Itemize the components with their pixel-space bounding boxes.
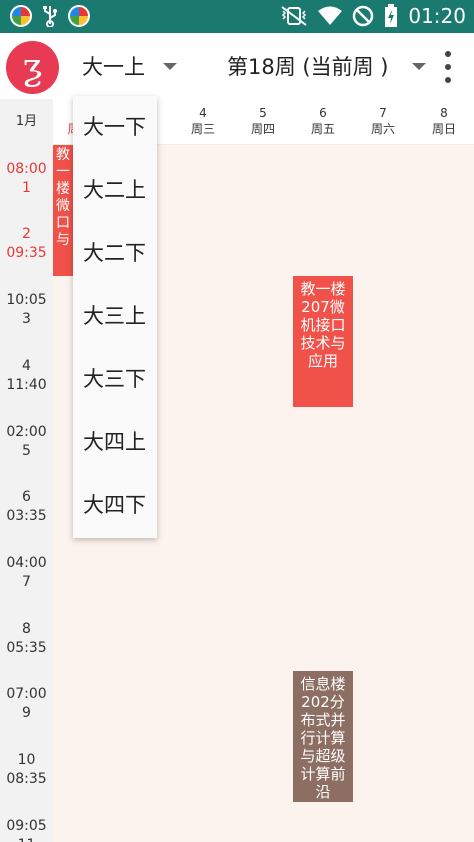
course-card[interactable]: 信息楼202分布式并行计算与超级计算前沿 [293, 671, 353, 802]
day-date: 8 [440, 106, 448, 120]
course-card[interactable]: 教一楼微口与 [53, 145, 73, 276]
day-weekday: 周三 [190, 122, 215, 136]
day-date: 6 [319, 106, 327, 120]
do-not-disturb-icon [353, 5, 374, 27]
week-spinner[interactable]: 第18周 (当前周 ) [227, 49, 427, 83]
more-vert-icon[interactable] [438, 51, 458, 83]
day-header: 6 周五 [293, 105, 353, 137]
time-slot: 8 05:35 [6, 621, 47, 656]
time-slot: 10:05 3 [6, 292, 47, 327]
week-header: 1月 3 周二 4 周三 5 周四 6 周五 7 周六 8 周日 [0, 99, 474, 145]
time-slot: 4 11:40 [6, 358, 47, 393]
dropdown-arrow-icon [163, 62, 177, 70]
day-date: 7 [379, 106, 387, 120]
mute-vibrate-icon [281, 6, 307, 26]
time-slot: 2 09:35 [6, 226, 47, 261]
day-weekday: 周四 [250, 122, 275, 136]
day-date: 5 [259, 106, 267, 120]
term-option[interactable]: 大二上 [73, 159, 157, 222]
time-slot: 07:00 9 [6, 686, 47, 721]
status-bar: 01:20 [0, 0, 474, 33]
time-slot: 08:00 1 [6, 161, 47, 196]
wifi-icon [318, 6, 343, 25]
term-option[interactable]: 大四上 [73, 411, 157, 474]
term-option[interactable]: 大四下 [73, 474, 157, 537]
term-dropdown-menu: 大一下 大二上 大二下 大三上 大三下 大四上 大四下 [73, 96, 157, 538]
term-option[interactable]: 大二下 [73, 222, 157, 285]
term-spinner[interactable]: 大一上 [82, 49, 177, 83]
term-option[interactable]: 大三上 [73, 285, 157, 348]
month-label: 1月 [0, 99, 53, 145]
clock: 01:20 [408, 4, 466, 28]
day-weekday: 周日 [431, 122, 456, 136]
day-header: 8 周日 [414, 105, 474, 137]
battery-charging-icon [385, 4, 398, 27]
time-column: 08:00 1 2 09:35 10:05 3 4 11:40 02:00 5 6 03:3… [0, 145, 53, 842]
app-logo[interactable]: ƺ [6, 41, 59, 94]
term-option[interactable]: 大一下 [73, 96, 157, 159]
app-icon [68, 5, 90, 27]
week-selected-label: 第18周 (当前周 ) [227, 55, 389, 79]
term-option[interactable]: 大三下 [73, 348, 157, 411]
time-slot: 02:00 5 [6, 424, 47, 459]
day-header: 4 周三 [173, 105, 233, 137]
day-weekday: 周六 [370, 122, 395, 136]
app-toolbar: ƺ 大一上 第18周 (当前周 ) [0, 33, 474, 99]
time-slot: 09:0511 [6, 818, 47, 842]
time-slot: 04:00 7 [6, 555, 47, 590]
term-selected-label: 大一上 [82, 55, 145, 79]
dropdown-arrow-icon [412, 62, 427, 70]
day-header: 5 周四 [233, 105, 293, 137]
time-slot: 6 03:35 [6, 489, 47, 524]
course-card[interactable]: 教一楼207微机接口技术与应用 [293, 276, 353, 407]
day-weekday: 周五 [310, 122, 335, 136]
usb-icon [43, 6, 57, 27]
day-date: 4 [199, 106, 207, 120]
day-header: 7 周六 [353, 105, 413, 137]
time-slot: 10 08:35 [6, 752, 47, 787]
app-icon [10, 5, 32, 27]
